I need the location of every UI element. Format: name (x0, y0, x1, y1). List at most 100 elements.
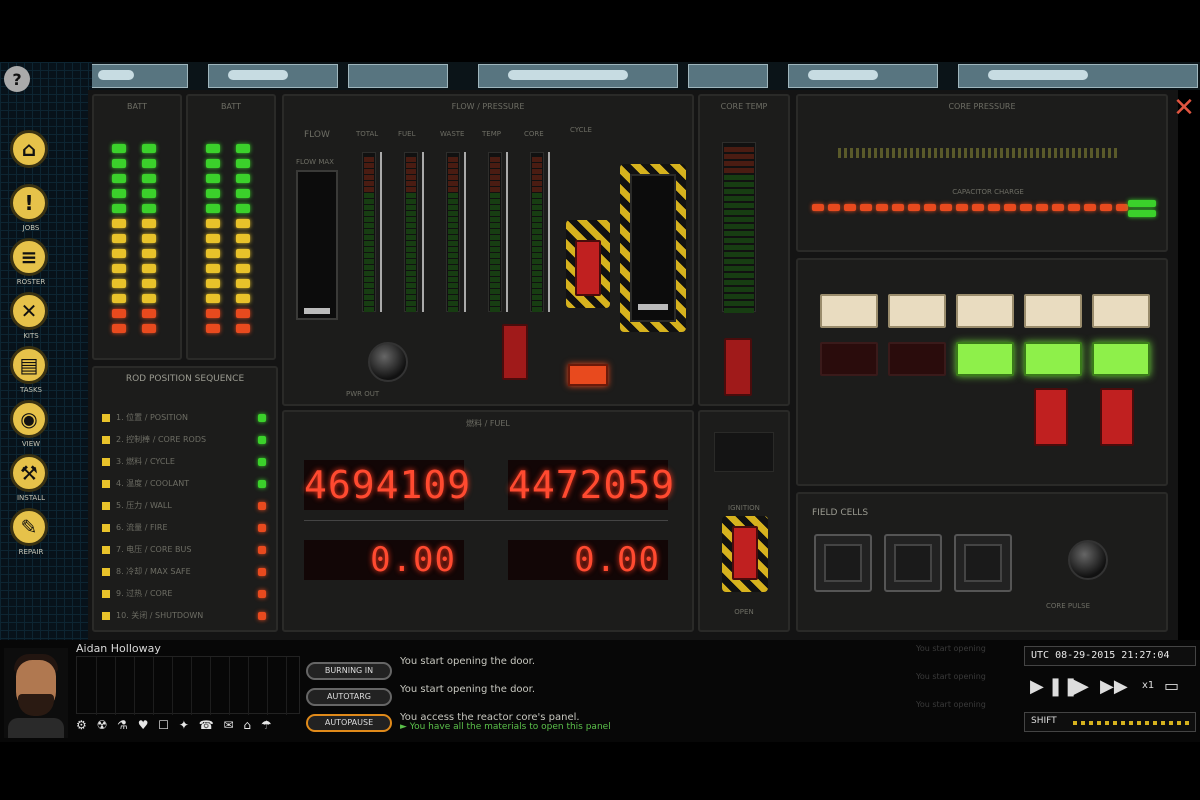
gauge-label: CORE (524, 130, 544, 138)
hammer-icon[interactable]: ⚒ (10, 454, 48, 492)
alarm-button[interactable] (568, 364, 608, 386)
power-knob[interactable] (368, 342, 408, 382)
play-normal-icon[interactable]: ▶ (1072, 674, 1089, 699)
core-switch[interactable] (724, 338, 752, 396)
gauge-segment (406, 265, 416, 270)
gauge-segment (448, 247, 458, 252)
breaker-switch-1[interactable] (1034, 388, 1068, 446)
gauge-segment (532, 223, 542, 228)
gauge-segment (406, 229, 416, 234)
sequence-checkbox[interactable] (102, 590, 110, 598)
level-gauge (488, 152, 502, 312)
gauge-segment (406, 277, 416, 282)
capacitor-led (1100, 204, 1112, 211)
sequence-checkbox[interactable] (102, 568, 110, 576)
ignition-switch[interactable] (732, 526, 758, 580)
field-cell-2[interactable] (884, 534, 942, 592)
breaker-cream-button[interactable] (1092, 294, 1150, 328)
capacitor-led (812, 204, 824, 211)
sequence-checkbox[interactable] (102, 524, 110, 532)
flow-panel-title: FLOW / PRESSURE (451, 102, 525, 111)
sequence-checkbox[interactable] (102, 546, 110, 554)
battery-led (206, 234, 220, 243)
gauge-segment (724, 308, 754, 313)
clipboard-icon[interactable]: ▤ (10, 346, 48, 384)
gauge-segment (448, 295, 458, 300)
gauge-segment (364, 199, 374, 204)
sequence-item-label: 7. 电压 / CORE BUS (116, 545, 192, 554)
hud-button-0[interactable]: BURNING IN (306, 662, 392, 680)
gauge-segment (490, 277, 500, 282)
gauge-segment (448, 259, 458, 264)
capacitor-led (892, 204, 904, 211)
breaker-cream-button[interactable] (888, 294, 946, 328)
gauge-segment (490, 241, 500, 246)
gauge-segment (724, 161, 754, 166)
breaker-status-button[interactable] (1092, 342, 1150, 376)
tools-icon[interactable]: ✕ (10, 292, 48, 330)
reactor-switch[interactable] (575, 240, 601, 296)
play-icon[interactable]: ▶ (1030, 676, 1044, 697)
breaker-cream-button[interactable] (820, 294, 878, 328)
capacitor-led (940, 204, 952, 211)
sequence-status-led (258, 590, 266, 598)
core-temp-panel: CORE TEMP (698, 94, 790, 406)
breaker-cream-button[interactable] (956, 294, 1014, 328)
alert-icon[interactable]: ! (10, 184, 48, 222)
status-column (267, 657, 268, 715)
sequence-checkbox[interactable] (102, 502, 110, 510)
breaker-switch-2[interactable] (1100, 388, 1134, 446)
breaker-status-button[interactable] (956, 342, 1014, 376)
gauge-segment (364, 175, 374, 180)
field-cell-1[interactable] (814, 534, 872, 592)
battery-led (112, 264, 126, 273)
gauge-segment (490, 253, 500, 258)
field-cell-3[interactable] (954, 534, 1012, 592)
log-line: You start opening the door. (400, 684, 536, 695)
breaker-status-button[interactable] (1024, 342, 1082, 376)
log-hint: ► You have all the materials to open thi… (400, 722, 611, 732)
battery-led (236, 324, 250, 333)
core-pulse-knob[interactable] (1068, 540, 1108, 580)
character-portrait[interactable] (4, 648, 68, 738)
camera-icon[interactable]: ▭ (1164, 676, 1179, 695)
eye-icon[interactable]: ◉ (10, 400, 48, 438)
sequence-checkbox[interactable] (102, 436, 110, 444)
breaker-panel (796, 258, 1168, 486)
sequence-checkbox[interactable] (102, 414, 110, 422)
capacitor-led (860, 204, 872, 211)
gauge-segment (490, 217, 500, 222)
battery-led (112, 294, 126, 303)
close-icon[interactable]: ✕ (1172, 95, 1196, 121)
roster-icon[interactable]: ≡ (10, 238, 48, 276)
battery-led (206, 309, 220, 318)
gauge-segment (532, 265, 542, 270)
breaker-cream-button[interactable] (1024, 294, 1082, 328)
hud-button-1[interactable]: AUTOTARG (306, 688, 392, 706)
sequence-checkbox[interactable] (102, 458, 110, 466)
gauge-segment (406, 235, 416, 240)
sequence-checkbox[interactable] (102, 612, 110, 620)
breaker-status-button[interactable] (888, 342, 946, 376)
gauge-segment (448, 157, 458, 162)
gauge-segment (364, 247, 374, 252)
gauge-segment (490, 193, 500, 198)
sidebar-item-label: ROSTER (16, 278, 46, 286)
fast-forward-icon[interactable]: ▶▶ (1100, 676, 1128, 697)
gauge-segment (364, 307, 374, 312)
gauge-segment (490, 295, 500, 300)
breaker-status-button[interactable] (820, 342, 878, 376)
battery-led (142, 234, 156, 243)
battery-led (142, 294, 156, 303)
wrench-icon[interactable]: ✎ (10, 508, 48, 546)
battery-led (206, 144, 220, 153)
gauge-needle (422, 152, 424, 312)
sequence-checkbox[interactable] (102, 480, 110, 488)
hud-button-2[interactable]: AUTOPAUSE (306, 714, 392, 732)
capacitor-led (956, 204, 968, 211)
shift-bar[interactable]: SHIFT (1024, 712, 1196, 732)
status-column (248, 657, 249, 715)
home-icon[interactable]: ⌂ (10, 130, 48, 168)
help-button[interactable]: ? (4, 66, 30, 92)
pump-switch[interactable] (502, 324, 528, 380)
